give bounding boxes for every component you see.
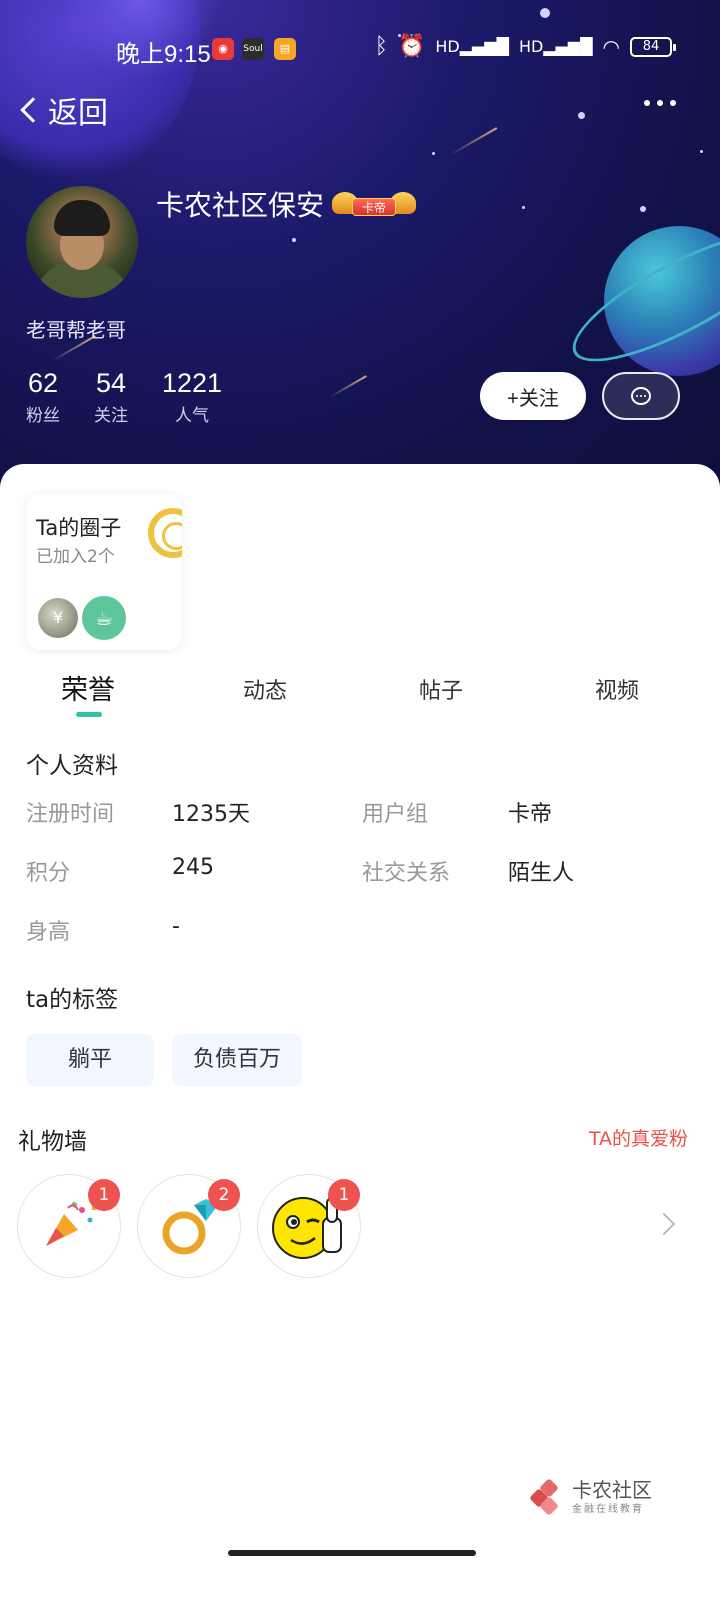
profile-stats: 62 粉丝 54 关注 1221 人气 xyxy=(26,368,222,426)
gift-count-badge: 1 xyxy=(88,1179,120,1211)
finance-circle-icon[interactable]: ¥ xyxy=(38,598,78,638)
status-bar: 晚上9:15 ◉ Soul ▤ ᛒ ⏰ HD▂▄▆█ HD▂▄▆█ ◠ 84 xyxy=(0,30,720,70)
tab-activity[interactable]: 动态 xyxy=(243,673,287,705)
bluetooth-icon: ᛒ xyxy=(374,34,388,59)
gift-wall-title: 礼物墙 xyxy=(18,1129,87,1155)
user-signature: 老哥帮老哥 xyxy=(26,318,126,342)
info-value-height: - xyxy=(172,914,180,939)
info-value-register-time: 1235天 xyxy=(172,802,250,827)
follow-button[interactable]: +关注 xyxy=(480,372,586,420)
signal-hd-1-icon: HD▂▄▆█ xyxy=(435,37,509,56)
stat-value: 62 xyxy=(27,368,59,398)
user-tag[interactable]: 躺平 xyxy=(26,1034,154,1086)
gift-count-badge: 1 xyxy=(328,1179,360,1211)
active-tab-indicator xyxy=(76,712,102,717)
stat-label: 人气 xyxy=(175,406,210,426)
battery-icon: 84 xyxy=(630,36,676,57)
tags-title: ta的标签 xyxy=(26,987,119,1013)
alarm-icon: ⏰ xyxy=(397,34,426,59)
user-level-badge[interactable]: 卡帝 xyxy=(332,190,416,218)
signal-hd-2-icon: HD▂▄▆█ xyxy=(518,37,593,56)
coffee-circle-icon[interactable]: ☕ xyxy=(82,596,126,640)
message-button[interactable] xyxy=(602,372,680,420)
gift-item[interactable]: 1 xyxy=(257,1174,361,1278)
user-tag[interactable]: 负债百万 xyxy=(172,1034,302,1086)
chat-bubble-icon xyxy=(631,387,651,405)
gift-count-badge: 2 xyxy=(208,1179,240,1211)
info-label-relationship: 社交关系 xyxy=(362,861,451,886)
more-options-button[interactable] xyxy=(644,100,676,106)
brand-watermark: 卡农社区 金融在线教育 xyxy=(529,1477,652,1516)
circles-subtitle: 已加入2个 xyxy=(36,547,115,567)
gift-item[interactable]: 2 xyxy=(137,1174,241,1278)
watermark-name: 卡农社区 xyxy=(572,1478,652,1502)
soul-app-icon: Soul xyxy=(242,38,264,60)
wifi-icon: ◠ xyxy=(602,34,620,59)
stat-popularity: 1221 人气 xyxy=(162,368,222,426)
info-value-relationship: 陌生人 xyxy=(508,861,575,886)
user-circles-card[interactable]: Ta的圈子 已加入2个 ¥ ☕ xyxy=(26,494,182,650)
netease-music-icon: ◉ xyxy=(212,38,234,60)
gift-item[interactable]: 1 xyxy=(17,1174,121,1278)
stat-label: 粉丝 xyxy=(26,406,60,426)
stat-fans[interactable]: 62 粉丝 xyxy=(26,368,60,426)
back-label: 返回 xyxy=(48,96,108,131)
stat-label: 关注 xyxy=(94,406,128,426)
home-indicator[interactable] xyxy=(228,1550,476,1556)
info-label-points: 积分 xyxy=(26,861,71,886)
true-fans-link[interactable]: TA的真爱粉 xyxy=(589,1124,688,1151)
stat-following[interactable]: 54 关注 xyxy=(94,368,128,426)
notes-app-icon: ▤ xyxy=(274,38,296,60)
more-dot-icon xyxy=(644,100,650,106)
stat-value: 1221 xyxy=(162,368,223,398)
status-time: 晚上9:15 xyxy=(116,41,211,68)
chevron-left-icon xyxy=(20,97,46,123)
back-button[interactable]: 返回 xyxy=(18,88,108,132)
watermark-tagline: 金融在线教育 xyxy=(572,1504,644,1515)
username: 卡农社区保安 xyxy=(156,189,325,222)
profile-tabs: 荣誉 动态 帖子 视频 xyxy=(0,668,720,718)
kanong-logo-icon xyxy=(529,1477,566,1516)
tab-posts[interactable]: 帖子 xyxy=(419,673,463,705)
info-value-points: 245 xyxy=(172,855,214,880)
profile-info-title: 个人资料 xyxy=(26,753,118,779)
badge-label: 卡帝 xyxy=(352,198,396,216)
info-label-height: 身高 xyxy=(26,920,71,945)
circle-ring-icon xyxy=(148,508,182,558)
stat-value: 54 xyxy=(95,368,127,398)
tab-videos[interactable]: 视频 xyxy=(595,673,639,705)
circles-title: Ta的圈子 xyxy=(36,516,122,540)
tab-honor[interactable]: 荣誉 xyxy=(61,668,115,707)
info-value-user-group: 卡帝 xyxy=(508,802,553,827)
avatar[interactable] xyxy=(26,186,138,298)
info-label-user-group: 用户组 xyxy=(362,802,429,827)
info-label-register-time: 注册时间 xyxy=(26,802,115,827)
